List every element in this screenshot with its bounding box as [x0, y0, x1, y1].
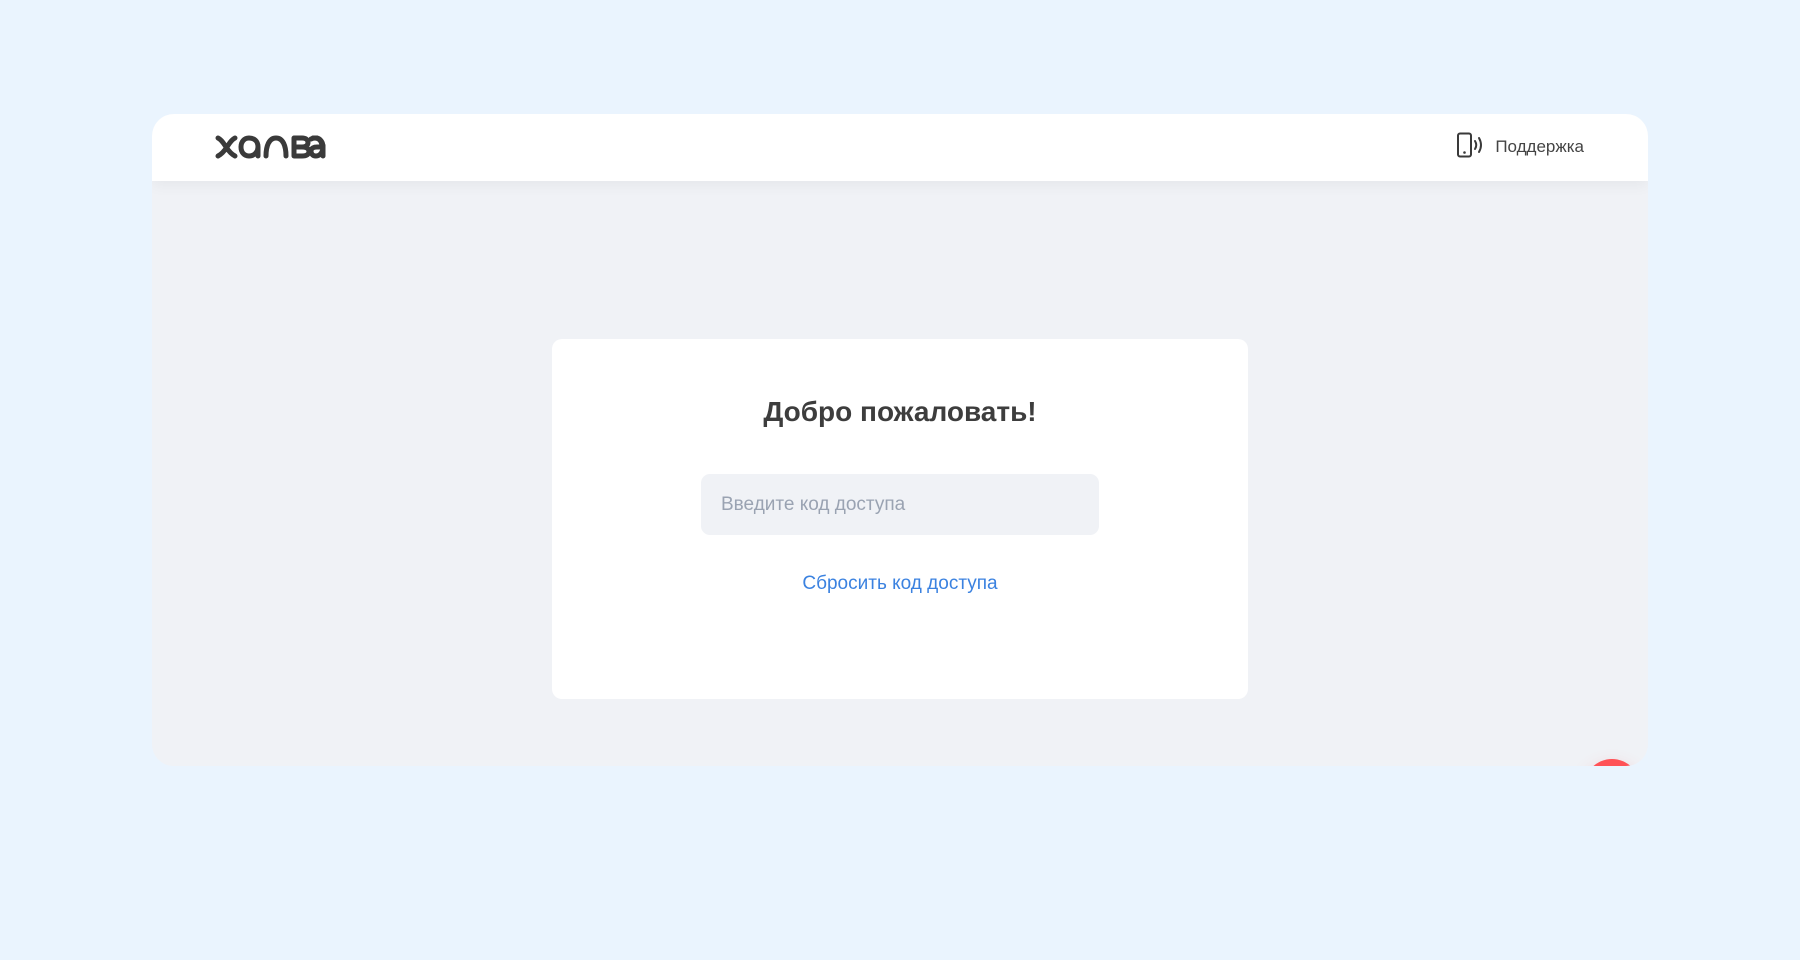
header-bar: Поддержка [152, 114, 1648, 181]
support-button[interactable]: Поддержка [1456, 132, 1584, 162]
login-card: Добро пожаловать! Сбросить код доступа [552, 339, 1248, 699]
phone-signal-icon [1456, 132, 1486, 163]
main-content: Добро пожаловать! Сбросить код доступа [152, 181, 1648, 766]
app-window: Поддержка Добро пожаловать! Сбросить код… [152, 114, 1648, 766]
support-label: Поддержка [1495, 137, 1584, 156]
reset-access-code-link[interactable]: Сбросить код доступа [552, 573, 1248, 595]
access-code-input[interactable] [701, 474, 1099, 535]
chat-button[interactable] [1584, 759, 1640, 766]
halva-logo[interactable] [214, 130, 326, 164]
halva-logo-icon [215, 135, 326, 159]
page-title: Добро пожаловать! [763, 396, 1037, 427]
